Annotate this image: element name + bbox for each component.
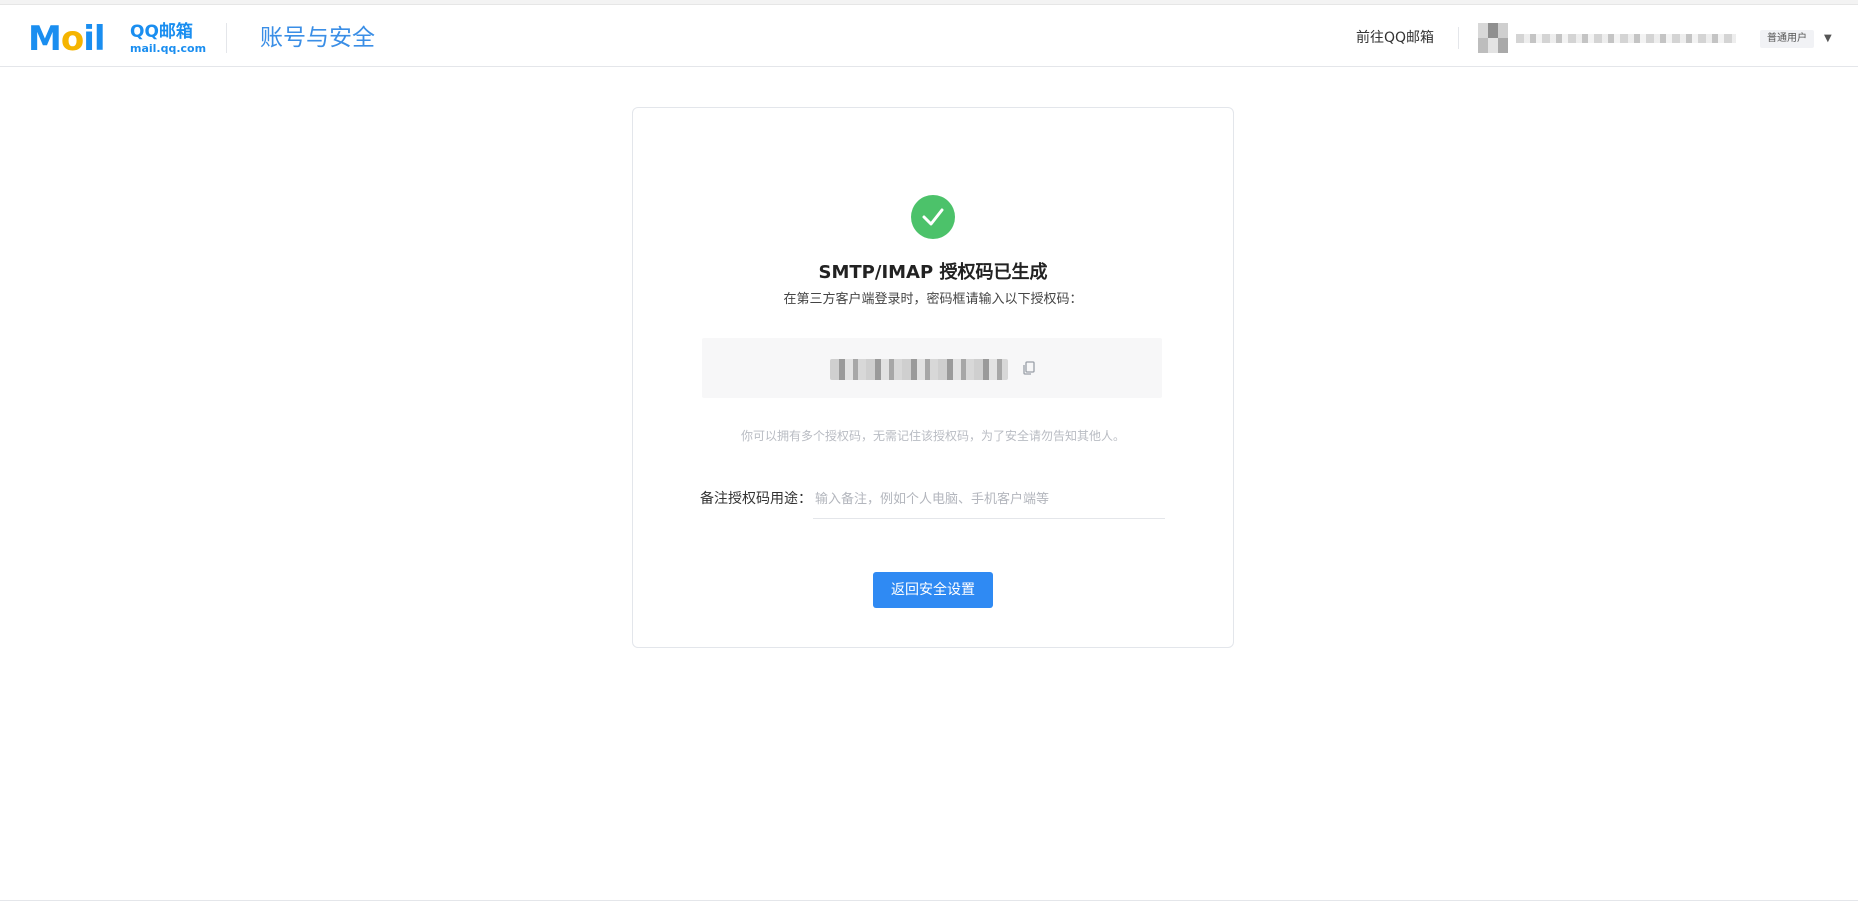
security-hint: 你可以拥有多个授权码，无需记住该授权码，为了安全请勿告知其他人。 xyxy=(740,429,1125,443)
card-subtitle: 在第三方客户端登录时，密码框请输入以下授权码： xyxy=(783,292,1083,307)
remark-input[interactable] xyxy=(813,481,1165,519)
auth-code-blurred[interactable] xyxy=(830,359,1008,380)
header-divider-right xyxy=(1458,27,1459,49)
copy-icon[interactable] xyxy=(1021,360,1037,376)
page-title: 账号与安全 xyxy=(260,25,375,51)
caret-down-icon[interactable]: ▼ xyxy=(1824,32,1832,46)
logo-qq-text: QQ邮箱 xyxy=(130,22,193,42)
auth-code-box xyxy=(702,338,1162,398)
check-circle-icon xyxy=(911,195,955,239)
footer xyxy=(0,900,1858,918)
card-title: SMTP/IMAP 授权码已生成 xyxy=(818,262,1048,283)
header-divider xyxy=(226,23,227,53)
goto-qq-mail-link[interactable]: 前往QQ邮箱 xyxy=(1356,28,1434,48)
header: Moil QQ邮箱 mail.qq.com 账号与安全 前往QQ邮箱 普通用户 … xyxy=(0,5,1858,67)
user-level-badge: 普通用户 xyxy=(1760,30,1814,48)
avatar xyxy=(1478,23,1508,53)
auth-code-card: SMTP/IMAP 授权码已生成 在第三方客户端登录时，密码框请输入以下授权码：… xyxy=(632,107,1234,648)
back-to-security-button[interactable]: 返回安全设置 xyxy=(873,572,993,608)
qq-mail-logo[interactable]: Moil QQ邮箱 mail.qq.com xyxy=(28,19,206,59)
user-menu[interactable]: 普通用户 ▼ xyxy=(1476,21,1846,57)
logo-domain-text: mail.qq.com xyxy=(130,42,207,55)
remark-label: 备注授权码用途： xyxy=(700,491,812,507)
user-name-blurred xyxy=(1516,34,1736,43)
logo-mail-wordmark: Moil xyxy=(28,19,106,59)
